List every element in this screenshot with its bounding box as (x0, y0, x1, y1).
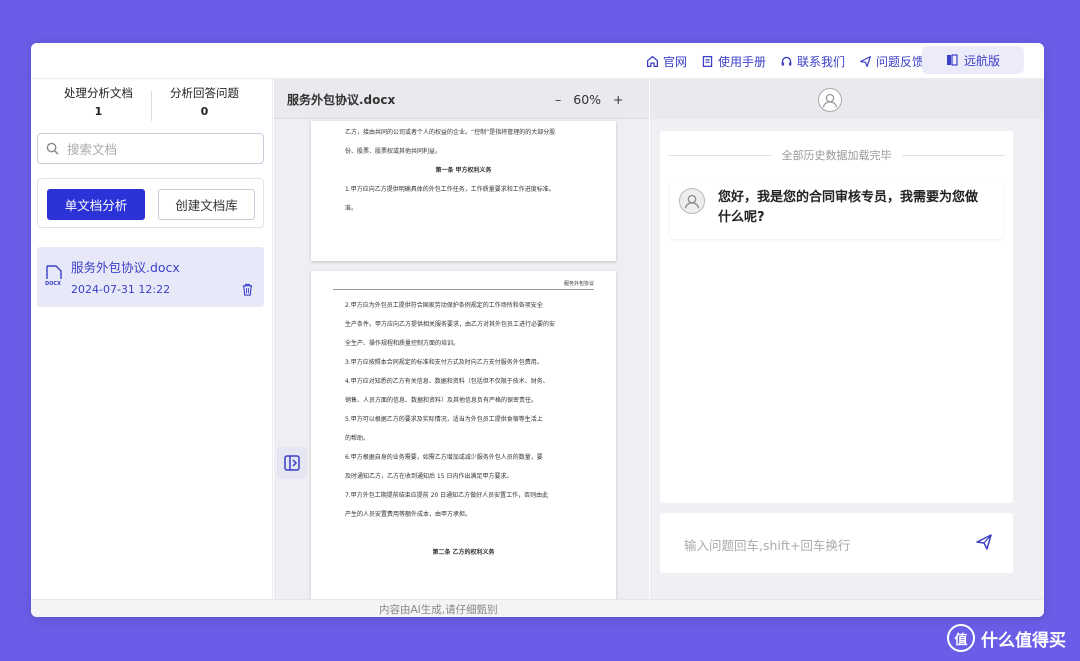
page-line: 的帮助。 (345, 435, 370, 442)
search-icon (46, 142, 59, 155)
search-input[interactable]: 搜索文档 (37, 133, 264, 164)
nav-link-label: 使用手册 (717, 54, 766, 69)
page-line: 1.甲方应向乙方提供明确具体的外包工作任务，工作质量要求和工作进度标准。 (345, 186, 555, 193)
page-header-line: 服务外包协议 (333, 279, 594, 290)
page-line: 生产条件。甲方应向乙方提供相关服务要求，由乙方对其外包员工进行必要的安 (345, 321, 556, 328)
nav-link-label: 问题反馈 (875, 54, 924, 69)
chat-input-placeholder: 输入问题回车,shift+回车换行 (684, 538, 851, 553)
send-icon[interactable] (976, 534, 992, 550)
history-loaded-divider: 全部历史数据加载完毕 (668, 147, 1005, 163)
document-pages[interactable]: 乙方，接由共同的公司或者个人的权益的企业。“控制”是指将管理的的大部分股 份、股… (274, 119, 649, 599)
nav-link-label: 联系我们 (796, 54, 845, 69)
divider-line (901, 154, 1005, 156)
top-nav: 官网 使用手册 联系我们 问题反馈 远航版 (31, 43, 1044, 79)
home-icon (646, 55, 658, 67)
watermark-logo: 值 (947, 624, 975, 652)
page-line: 2.甲方应为外包员工提供符合国家劳动保护条例规定的工作场所和各项安全 (345, 302, 543, 309)
zoom-out-button[interactable]: – (555, 92, 561, 107)
document-viewer: 服务外包协议.docx – 60% + 乙方，接由共同的公司或者个人的权益的企业… (274, 79, 649, 599)
headset-icon (781, 56, 792, 66)
document-page: 服务外包协议 2.甲方应为外包员工提供符合国家劳动保护条例规定的工作场所和各项安… (311, 271, 616, 599)
document-list-item[interactable]: DOCX 服务外包协议.docx 2024-07-31 12:22 (37, 247, 264, 307)
user-avatar-icon[interactable] (818, 88, 842, 112)
assistant-message: 您好，我是您的合同审核专员，我需要为您做什么呢? (670, 181, 1003, 239)
page-line: 7.甲方外包工期提前结束应提前 20 日通知乙方做好人员安置工作，否则由此 (345, 492, 549, 499)
stat-value: 0 (200, 105, 209, 118)
stat-answered-questions: 分析回答问题 0 (152, 85, 257, 129)
nav-link-label: 官网 (662, 54, 687, 69)
footer: 内容由AI生成,请仔细甄别 (31, 599, 1044, 617)
nav-link-feedback[interactable]: 问题反馈 (859, 53, 924, 70)
assistant-avatar-icon (679, 188, 705, 214)
lite-version-label: 远航版 (963, 53, 1000, 68)
file-ext-label: DOCX (45, 281, 61, 287)
page-line: 销售、人员方面的信息、数据和资料）及其他信息负有严格的保密责任。 (345, 397, 538, 404)
zoom-in-button[interactable]: + (613, 92, 623, 107)
panel-toggle-button[interactable] (277, 447, 307, 479)
nav-links: 官网 使用手册 联系我们 问题反馈 (646, 43, 924, 79)
stat-processed-docs: 处理分析文档 1 (46, 85, 151, 129)
page-heading: 第二条 乙方的权利义务 (432, 549, 495, 556)
page-line (333, 524, 594, 543)
send-icon (860, 55, 871, 67)
divider-line (668, 154, 772, 156)
zoom-level: 60% (573, 92, 602, 107)
page-line: 乙方，接由共同的公司或者个人的权益的企业。“控制”是指将管理的的大部分股 (345, 129, 556, 136)
lite-version-button[interactable]: 远航版 (922, 46, 1024, 74)
chat-panel: 全部历史数据加载完毕 您好，我是您的合同审核专员，我需要为您做什么呢? 输入问题… (650, 79, 1044, 599)
page-line: 4.甲方应对知悉的乙方有关信息、数据和资料（包括但不仅限于技术、财务、 (345, 378, 549, 385)
single-doc-analysis-button[interactable]: 单文档分析 (47, 189, 145, 220)
document-name: 服务外包协议.docx (71, 260, 180, 275)
assistant-message-text: 您好，我是您的合同审核专员，我需要为您做什么呢? (718, 190, 979, 225)
stat-label: 处理分析文档 (64, 86, 133, 100)
app-window: 官网 使用手册 联系我们 问题反馈 远航版 处理分析文档 1 分析回答问题 0 … (31, 43, 1044, 617)
chat-header (650, 79, 1044, 119)
viewer-title: 服务外包协议.docx (287, 93, 396, 107)
page-line: 产生的人员安置费用等额外成本，由甲方承担。 (345, 511, 472, 518)
page-line: 3.甲方应按照本合同规定的标准和支付方式及时向乙方支付服务外包费用。 (345, 359, 543, 366)
page-line: 全生产、操作规程和质量控制方面的培训。 (345, 340, 460, 347)
docx-file-icon: DOCX (45, 265, 62, 287)
chat-input[interactable]: 输入问题回车,shift+回车换行 (660, 513, 1013, 573)
action-buttons: 单文档分析 创建文档库 (37, 178, 264, 228)
stat-label: 分析回答问题 (170, 86, 239, 100)
create-doc-library-button[interactable]: 创建文档库 (158, 189, 255, 220)
zoom-controls: – 60% + (555, 92, 624, 107)
chat-messages: 全部历史数据加载完毕 您好，我是您的合同审核专员，我需要为您做什么呢? (660, 131, 1013, 503)
watermark: 值 什么值得买 (947, 624, 1066, 652)
stat-value: 1 (94, 105, 103, 118)
document-date: 2024-07-31 12:22 (71, 283, 171, 296)
document-page: 乙方，接由共同的公司或者个人的权益的企业。“控制”是指将管理的的大部分股 份、股… (311, 121, 616, 261)
search-placeholder: 搜索文档 (67, 142, 118, 157)
nav-link-home[interactable]: 官网 (646, 53, 687, 70)
watermark-text: 什么值得买 (981, 630, 1066, 651)
stats-bar: 处理分析文档 1 分析回答问题 0 (31, 85, 272, 129)
page-line: 及时通知乙方，乙方在收到通知后 15 日内作出满足甲方要求。 (345, 473, 513, 480)
sidebar: 处理分析文档 1 分析回答问题 0 搜索文档 单文档分析 创建文档库 DOCX … (31, 79, 273, 599)
ai-disclaimer: 内容由AI生成,请仔细甄别 (379, 604, 498, 616)
nav-link-contact[interactable]: 联系我们 (780, 53, 845, 70)
book-icon (702, 55, 713, 67)
page-line: 份、股票、股票权或其他共同利益。 (345, 148, 442, 155)
sidebar-toggle-icon (284, 455, 300, 471)
page-heading: 第一条 甲方权利义务 (435, 167, 492, 174)
viewer-header: 服务外包协议.docx – 60% + (274, 79, 649, 119)
page-line: 6.甲方根据自身的业务需要，如需乙方增加或减少服务外包人员的数量，要 (345, 454, 543, 461)
history-loaded-text: 全部历史数据加载完毕 (781, 149, 892, 162)
trash-icon[interactable] (241, 283, 254, 296)
nav-link-manual[interactable]: 使用手册 (701, 53, 766, 70)
page-line: 5.甲方可以根据乙方的要求及实际情况，适当为外包员工提供食宿等生活上 (345, 416, 543, 423)
page-line: 准。 (345, 205, 358, 212)
switch-icon (946, 54, 958, 66)
